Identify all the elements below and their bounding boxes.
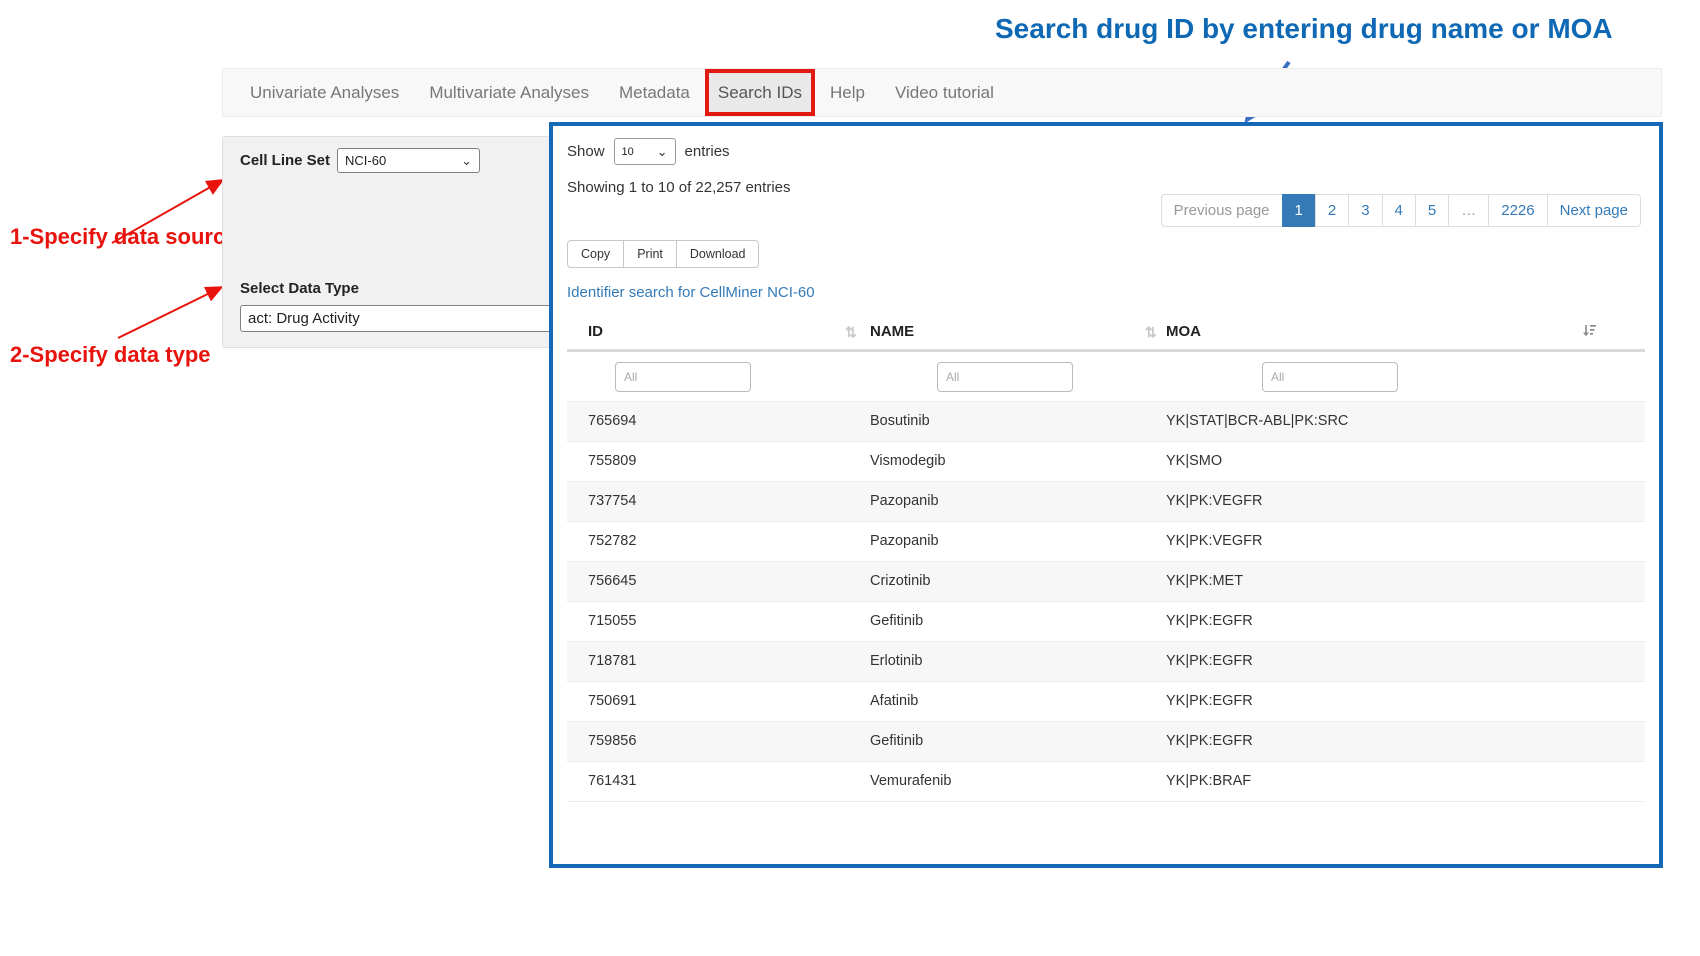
- column-header-name[interactable]: NAME: [849, 323, 1145, 340]
- previous-page-button[interactable]: Previous page: [1161, 194, 1283, 227]
- show-label: Show: [567, 143, 605, 160]
- page-button-2226[interactable]: 2226: [1488, 194, 1547, 227]
- sort-amount-icon[interactable]: [1582, 323, 1597, 341]
- download-button[interactable]: Download: [676, 240, 760, 268]
- filter-row: [567, 352, 1645, 401]
- page-length-value: 10: [622, 146, 634, 158]
- cell-name: Pazopanib: [849, 522, 1145, 561]
- cell-id: 752782: [567, 522, 849, 561]
- nav-video-tutorial[interactable]: Video tutorial: [880, 69, 1009, 116]
- table-row: 737754 Pazopanib YK|PK:VEGFR: [567, 481, 1645, 521]
- cell-moa: YK|PK:VEGFR: [1145, 522, 1645, 561]
- page-button-5[interactable]: 5: [1415, 194, 1449, 227]
- cell-id: 759856: [567, 722, 849, 761]
- cell-line-set-select[interactable]: NCI-60 ⌄: [337, 148, 480, 173]
- copy-button[interactable]: Copy: [567, 240, 624, 268]
- top-navbar: Univariate Analyses Multivariate Analyse…: [222, 68, 1662, 117]
- cell-moa: YK|PK:EGFR: [1145, 722, 1645, 761]
- next-page-button[interactable]: Next page: [1547, 194, 1641, 227]
- cell-id: 761431: [567, 762, 849, 801]
- annotation-title: Search drug ID by entering drug name or …: [995, 13, 1570, 45]
- data-type-value: act: Drug Activity: [248, 310, 360, 327]
- table-row: 755809 Vismodegib YK|SMO: [567, 441, 1645, 481]
- cell-name: Gefitinib: [849, 602, 1145, 641]
- nav-help[interactable]: Help: [815, 69, 880, 116]
- page-button-4[interactable]: 4: [1382, 194, 1416, 227]
- page-ellipsis: …: [1448, 194, 1489, 227]
- nav-metadata[interactable]: Metadata: [604, 69, 705, 116]
- page-button-3[interactable]: 3: [1348, 194, 1382, 227]
- cell-name: Gefitinib: [849, 722, 1145, 761]
- table-row: 759856 Gefitinib YK|PK:EGFR: [567, 721, 1645, 761]
- cell-moa: YK|SMO: [1145, 442, 1645, 481]
- cell-name: Bosutinib: [849, 402, 1145, 441]
- results-table: ID NAME MOA ⇅ ⇅ 765694 Bosuti: [567, 316, 1645, 802]
- table-row: 718781 Erlotinib YK|PK:EGFR: [567, 641, 1645, 681]
- cell-name: Afatinib: [849, 682, 1145, 721]
- entries-label: entries: [685, 143, 730, 160]
- column-header-id[interactable]: ID: [567, 323, 849, 340]
- table-row: 761431 Vemurafenib YK|PK:BRAF: [567, 761, 1645, 801]
- table-row: 715055 Gefitinib YK|PK:EGFR: [567, 601, 1645, 641]
- cell-id: 715055: [567, 602, 849, 641]
- cell-id: 756645: [567, 562, 849, 601]
- cell-line-set-label: Cell Line Set: [240, 152, 330, 169]
- name-filter-input[interactable]: [937, 362, 1073, 392]
- identifier-search-link[interactable]: Identifier search for CellMiner NCI-60: [567, 284, 815, 301]
- search-ids-panel: Show 10 ⌄ entries Showing 1 to 10 of 22,…: [549, 122, 1663, 868]
- nav-univariate-analyses[interactable]: Univariate Analyses: [235, 69, 414, 116]
- page-button-1[interactable]: 1: [1282, 194, 1316, 227]
- cell-moa: YK|PK:MET: [1145, 562, 1645, 601]
- cell-moa: YK|PK:EGFR: [1145, 602, 1645, 641]
- table-row: 752782 Pazopanib YK|PK:VEGFR: [567, 521, 1645, 561]
- cell-moa: YK|PK:EGFR: [1145, 642, 1645, 681]
- moa-filter-input[interactable]: [1262, 362, 1398, 392]
- page-length-select[interactable]: 10 ⌄: [614, 138, 676, 165]
- table-row: 756645 Crizotinib YK|PK:MET: [567, 561, 1645, 601]
- cell-id: 718781: [567, 642, 849, 681]
- chevron-down-icon: ⌄: [461, 154, 472, 167]
- data-type-label: Select Data Type: [240, 280, 359, 297]
- cell-id: 750691: [567, 682, 849, 721]
- table-bottom-border: [567, 801, 1645, 802]
- cell-name: Pazopanib: [849, 482, 1145, 521]
- sort-icon[interactable]: ⇅: [1145, 324, 1157, 341]
- annotation-step1: 1-Specify data source: [10, 224, 237, 250]
- nav-multivariate-analyses[interactable]: Multivariate Analyses: [414, 69, 604, 116]
- column-header-moa[interactable]: MOA: [1145, 323, 1645, 340]
- cell-name: Crizotinib: [849, 562, 1145, 601]
- id-filter-input[interactable]: [615, 362, 751, 392]
- cell-name: Vemurafenib: [849, 762, 1145, 801]
- sort-icon[interactable]: ⇅: [845, 324, 857, 341]
- cell-id: 737754: [567, 482, 849, 521]
- pagination: Previous page 1 2 3 4 5 … 2226 Next page: [1161, 194, 1641, 227]
- print-button[interactable]: Print: [623, 240, 677, 268]
- nav-search-ids[interactable]: Search IDs: [705, 69, 815, 116]
- parameter-panel: Cell Line Set NCI-60 ⌄ Select Data Type …: [222, 136, 590, 348]
- cell-moa: YK|PK:BRAF: [1145, 762, 1645, 801]
- table-row: 750691 Afatinib YK|PK:EGFR: [567, 681, 1645, 721]
- chevron-down-icon: ⌄: [657, 145, 668, 158]
- cell-line-set-value: NCI-60: [345, 153, 386, 168]
- red-arrow-2: [118, 288, 220, 338]
- annotation-step2: 2-Specify data type: [10, 342, 211, 368]
- cell-moa: YK|STAT|BCR-ABL|PK:SRC: [1145, 402, 1645, 441]
- cell-name: Vismodegib: [849, 442, 1145, 481]
- page-button-2[interactable]: 2: [1315, 194, 1349, 227]
- cell-id: 755809: [567, 442, 849, 481]
- cell-moa: YK|PK:VEGFR: [1145, 482, 1645, 521]
- data-type-select[interactable]: act: Drug Activity ⌄: [240, 305, 574, 332]
- export-button-group: Copy Print Download: [567, 240, 759, 268]
- cell-name: Erlotinib: [849, 642, 1145, 681]
- table-row: 765694 Bosutinib YK|STAT|BCR-ABL|PK:SRC: [567, 401, 1645, 441]
- cell-id: 765694: [567, 402, 849, 441]
- table-header-row: ID NAME MOA ⇅ ⇅: [567, 316, 1645, 349]
- cell-moa: YK|PK:EGFR: [1145, 682, 1645, 721]
